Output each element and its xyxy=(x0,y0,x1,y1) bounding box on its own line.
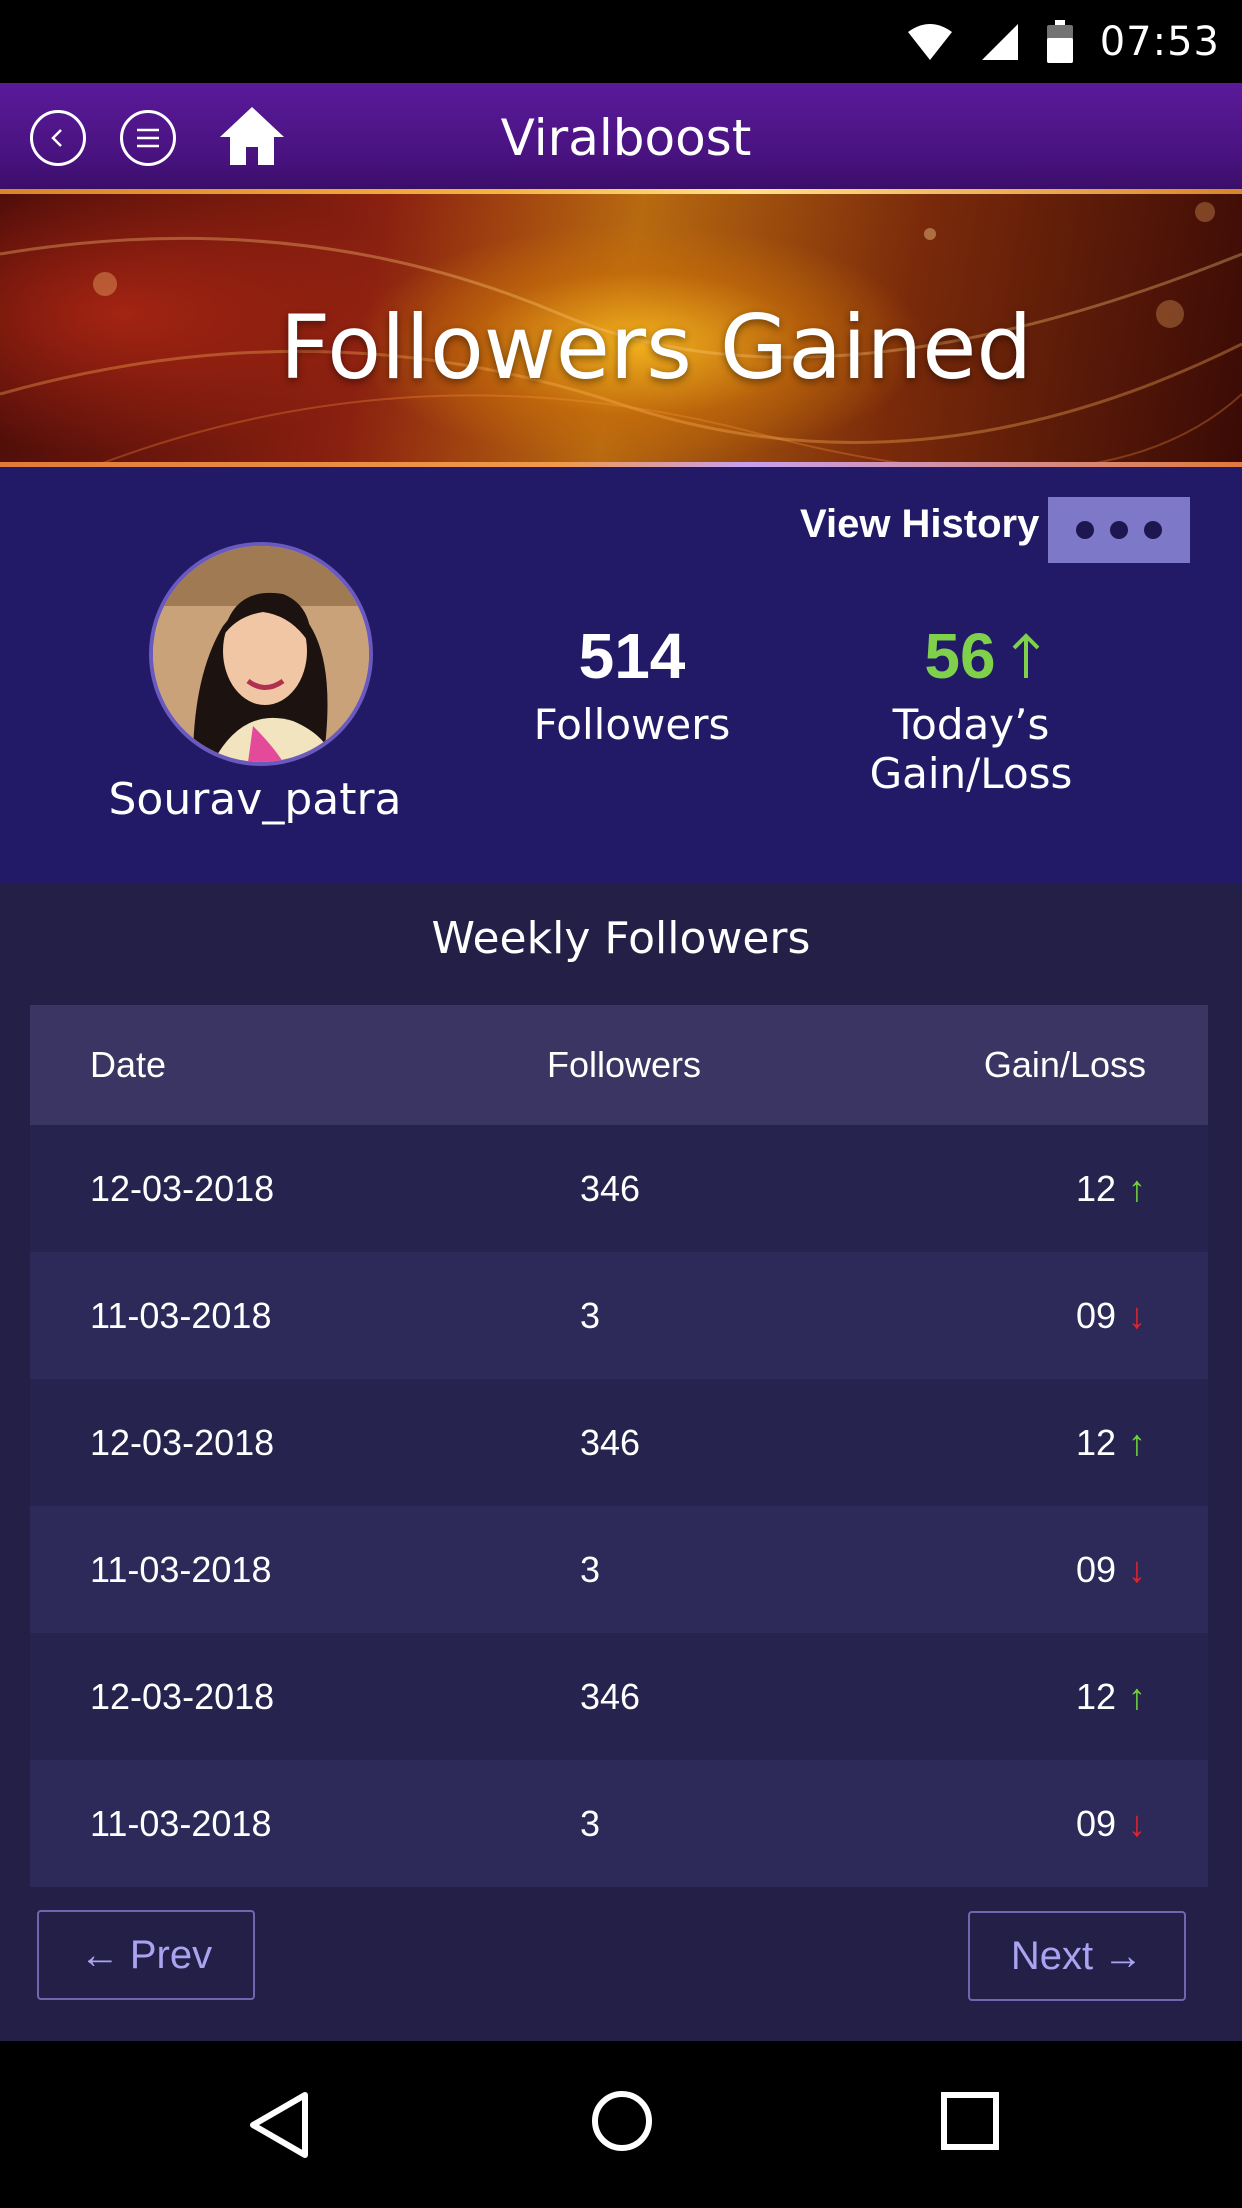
nav-recents-icon[interactable] xyxy=(940,2091,1000,2151)
arrow-up-icon: ↑ xyxy=(1128,1675,1146,1717)
row-gain-value: 09 xyxy=(1075,1548,1116,1590)
arrow-up-icon xyxy=(1012,633,1040,678)
table-row[interactable]: 11-03-2018 3 09 ↓ xyxy=(30,1252,1208,1379)
row-gain: 12 ↑ xyxy=(1076,1676,1146,1718)
prev-button[interactable]: ← Prev xyxy=(37,1910,255,2000)
arrow-up-icon: ↑ xyxy=(1128,1167,1146,1209)
row-gain-value: 12 xyxy=(1075,1675,1116,1717)
row-followers: 3 xyxy=(580,1294,601,1336)
col-followers: Followers xyxy=(547,1044,702,1085)
today-gain-label: Today’s Gain/Loss xyxy=(869,700,1073,798)
table-row[interactable]: 12-03-2018 346 12 ↑ xyxy=(30,1125,1208,1252)
row-gain: 12 ↑ xyxy=(1076,1422,1146,1464)
signal-icon xyxy=(981,23,1018,60)
table-row[interactable]: 11-03-2018 3 09 ↓ xyxy=(30,1760,1208,1887)
row-gain: 12 ↑ xyxy=(1076,1168,1146,1210)
avatar[interactable] xyxy=(149,542,373,766)
status-time: 07:53 xyxy=(1099,18,1220,65)
col-gain-loss: Gain/Loss xyxy=(983,1044,1146,1085)
today-gain-value: 56 xyxy=(924,620,996,692)
more-dot-icon xyxy=(1076,521,1094,539)
profile-section: View History Sourav_patra 514 Followers … xyxy=(0,467,1242,883)
arrow-down-icon: ↓ xyxy=(1128,1294,1146,1336)
row-gain-value: 12 xyxy=(1075,1167,1116,1209)
col-date: Date xyxy=(90,1044,167,1085)
nav-home-icon[interactable] xyxy=(590,2089,654,2153)
app-title: Viralboost xyxy=(500,109,752,167)
row-date: 12-03-2018 xyxy=(90,1167,275,1209)
row-gain: 09 ↓ xyxy=(1076,1295,1146,1337)
row-gain-value: 09 xyxy=(1075,1802,1116,1844)
more-options-button[interactable] xyxy=(1048,497,1190,563)
next-button[interactable]: Next → xyxy=(968,1911,1186,2001)
followers-stat: 514 Followers xyxy=(520,624,744,749)
prev-label: Prev xyxy=(129,1932,213,1977)
arrow-right-icon: → xyxy=(1103,1933,1144,1978)
today-gain-stat: 56 Today’s Gain/Loss xyxy=(786,624,1156,798)
username: Sourav_patra xyxy=(108,774,402,825)
weekly-title: Weekly Followers xyxy=(431,913,811,964)
more-dot-icon xyxy=(1110,521,1128,539)
more-dot-icon xyxy=(1144,521,1162,539)
row-gain: 09 ↓ xyxy=(1076,1803,1146,1845)
row-gain-value: 09 xyxy=(1075,1294,1116,1336)
row-date: 12-03-2018 xyxy=(90,1421,275,1463)
followers-label: Followers xyxy=(533,700,731,749)
banner-title: Followers Gained xyxy=(279,296,1033,399)
next-label: Next xyxy=(1010,1933,1094,1978)
wifi-icon xyxy=(907,23,952,60)
arrow-down-icon: ↓ xyxy=(1128,1548,1146,1590)
battery-icon xyxy=(1046,19,1073,63)
arrow-left-icon: ← xyxy=(79,1932,120,1977)
app-header: Viralboost xyxy=(0,83,1242,191)
arrow-up-icon: ↑ xyxy=(1128,1421,1146,1463)
table-row[interactable]: 12-03-2018 346 12 ↑ xyxy=(30,1633,1208,1760)
status-bar: 07:53 xyxy=(0,0,1242,83)
row-date: 12-03-2018 xyxy=(90,1675,275,1717)
weekly-section: Weekly Followers Date Followers Gain/Los… xyxy=(0,883,1242,2041)
row-gain-value: 12 xyxy=(1075,1421,1116,1463)
row-gain: 09 ↓ xyxy=(1076,1549,1146,1591)
system-nav-bar xyxy=(0,2041,1242,2208)
row-followers: 346 xyxy=(580,1675,641,1717)
table-row[interactable]: 12-03-2018 346 12 ↑ xyxy=(30,1379,1208,1506)
row-followers: 346 xyxy=(580,1167,641,1209)
row-date: 11-03-2018 xyxy=(90,1294,272,1336)
table-header: Date Followers Gain/Loss xyxy=(30,1005,1208,1125)
table-row[interactable]: 11-03-2018 3 09 ↓ xyxy=(30,1506,1208,1633)
followers-count: 514 xyxy=(578,620,686,692)
row-date: 11-03-2018 xyxy=(90,1548,272,1590)
nav-back-icon[interactable] xyxy=(245,2089,315,2161)
row-followers: 3 xyxy=(580,1802,601,1844)
row-date: 11-03-2018 xyxy=(90,1802,272,1844)
view-history-link[interactable]: View History xyxy=(800,502,1039,547)
arrow-down-icon: ↓ xyxy=(1128,1802,1146,1844)
row-followers: 346 xyxy=(580,1421,641,1463)
weekly-table: Date Followers Gain/Loss 12-03-2018 346 … xyxy=(30,1005,1208,1887)
avatar-image xyxy=(153,546,369,762)
row-followers: 3 xyxy=(580,1548,601,1590)
